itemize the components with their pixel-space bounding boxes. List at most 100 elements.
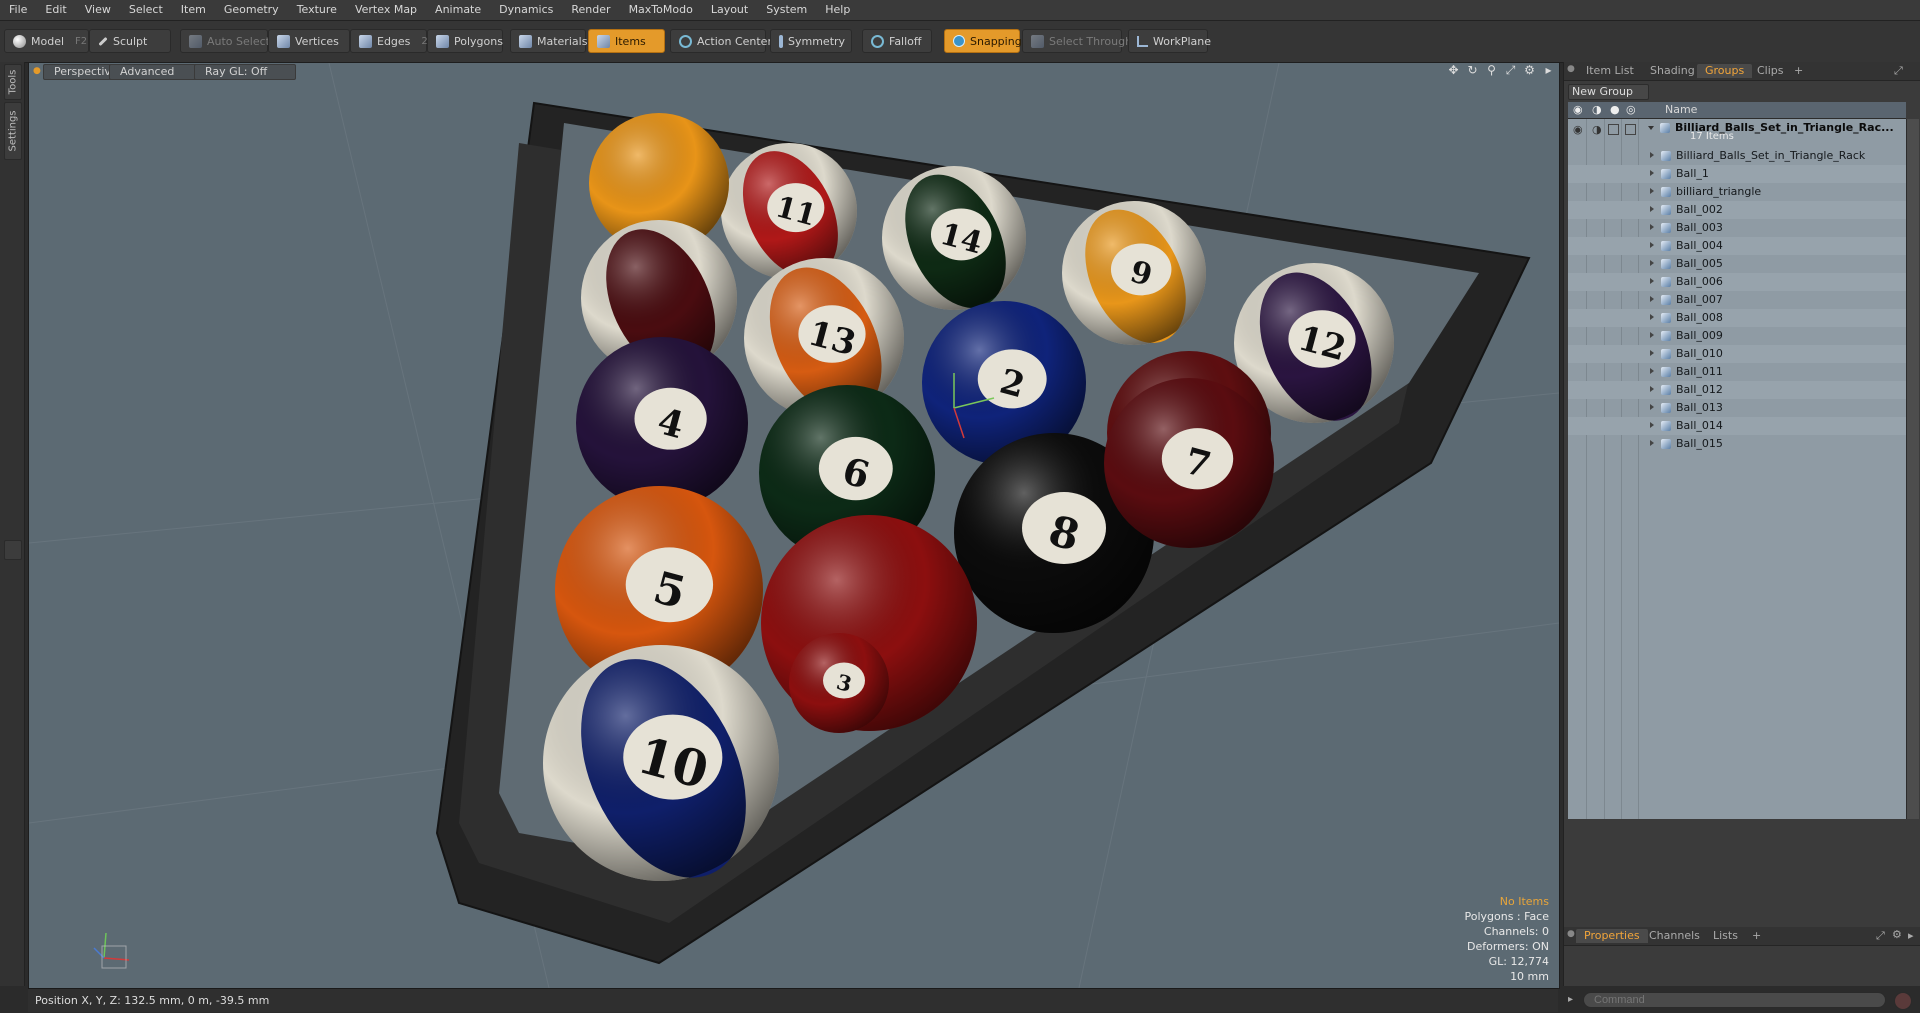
- menu-animate[interactable]: Animate: [426, 0, 490, 20]
- viewport-menu-icon[interactable]: ●: [33, 66, 41, 76]
- expand-icon[interactable]: [1650, 350, 1654, 356]
- items-button[interactable]: Items: [588, 29, 665, 53]
- select-column-icon[interactable]: ◎: [1626, 103, 1636, 116]
- list-item[interactable]: Ball_012: [1568, 381, 1906, 399]
- render-toggle-icon[interactable]: ◑: [1592, 121, 1602, 139]
- polygons-button[interactable]: Polygons: [427, 29, 503, 53]
- new-group-button[interactable]: New Group: [1568, 84, 1649, 100]
- billiard-ball[interactable]: 3: [789, 633, 889, 733]
- select-through-button[interactable]: Select Through: [1022, 29, 1132, 53]
- materials-button[interactable]: Materials: [510, 29, 587, 53]
- list-item[interactable]: Ball_003: [1568, 219, 1906, 237]
- expand-icon[interactable]: [1650, 206, 1654, 212]
- billiard-ball[interactable]: 7: [1104, 378, 1274, 548]
- list-item[interactable]: Ball_015: [1568, 435, 1906, 453]
- expand-icon[interactable]: [1650, 278, 1654, 284]
- gear-icon[interactable]: ⚙: [1892, 928, 1902, 941]
- name-column-header[interactable]: Name: [1665, 103, 1697, 116]
- auto-select-button[interactable]: Auto Select: [180, 29, 270, 53]
- list-item[interactable]: Ball_008: [1568, 309, 1906, 327]
- list-item[interactable]: Billiard_Balls_Set_in_Triangle_Rack: [1568, 147, 1906, 165]
- list-item[interactable]: billiard_triangle: [1568, 183, 1906, 201]
- select-checkbox[interactable]: [1625, 124, 1636, 135]
- 3d-viewport[interactable]: 11 14 9 13 2 12 4 6 8 7 5 3 10 ● Perspective Advance…: [28, 62, 1560, 989]
- list-item[interactable]: Ball_006: [1568, 273, 1906, 291]
- menu-select[interactable]: Select: [120, 0, 172, 20]
- expand-icon[interactable]: [1650, 332, 1654, 338]
- falloff-button[interactable]: Falloff: [862, 29, 932, 53]
- action-center-button[interactable]: Action Center: [670, 29, 772, 53]
- chevron-right-icon[interactable]: ▸: [1542, 64, 1555, 77]
- list-item[interactable]: Ball_002: [1568, 201, 1906, 219]
- tab-groups[interactable]: Groups: [1697, 64, 1753, 78]
- snapping-button[interactable]: Snapping: [944, 29, 1022, 53]
- zoom-icon[interactable]: ⚲: [1485, 64, 1498, 77]
- model-mode-button[interactable]: Model F2: [4, 29, 89, 53]
- visibility-eye-icon[interactable]: ◉: [1573, 121, 1583, 139]
- lock-column-icon[interactable]: ●: [1610, 103, 1620, 116]
- expand-icon[interactable]: [1650, 152, 1654, 158]
- pan-icon[interactable]: ✥: [1447, 64, 1460, 77]
- menu-system[interactable]: System: [757, 0, 816, 20]
- list-item[interactable]: Ball_009: [1568, 327, 1906, 345]
- add-tab-button[interactable]: +: [1786, 64, 1811, 78]
- tool-handle[interactable]: [4, 540, 22, 560]
- chevron-right-icon[interactable]: ▸: [1908, 929, 1914, 942]
- expand-icon[interactable]: [1650, 368, 1654, 374]
- expand-icon[interactable]: [1650, 404, 1654, 410]
- list-item[interactable]: Ball_011: [1568, 363, 1906, 381]
- expand-icon[interactable]: [1650, 386, 1654, 392]
- maximize-icon[interactable]: ⤢: [1894, 64, 1903, 78]
- gear-icon[interactable]: ⚙: [1523, 64, 1536, 77]
- expand-icon[interactable]: [1650, 440, 1654, 446]
- list-item[interactable]: Ball_010: [1568, 345, 1906, 363]
- expand-icon[interactable]: [1650, 260, 1654, 266]
- menu-dynamics[interactable]: Dynamics: [490, 0, 562, 20]
- list-item[interactable]: Ball_005: [1568, 255, 1906, 273]
- expand-icon[interactable]: [1650, 296, 1654, 302]
- symmetry-button[interactable]: Symmetry: [770, 29, 852, 53]
- expand-icon[interactable]: [1650, 224, 1654, 230]
- collapse-icon[interactable]: [1648, 126, 1654, 130]
- bottom-panel-menu-icon[interactable]: ●: [1567, 929, 1575, 939]
- maximize-icon[interactable]: ⤢: [1876, 929, 1885, 943]
- lock-checkbox[interactable]: [1608, 124, 1619, 135]
- menu-layout[interactable]: Layout: [702, 0, 757, 20]
- vertices-button[interactable]: Vertices1: [268, 29, 356, 53]
- menu-file[interactable]: File: [0, 0, 36, 20]
- list-scrollbar[interactable]: [1906, 119, 1919, 819]
- menu-edit[interactable]: Edit: [36, 0, 75, 20]
- expand-icon[interactable]: [1650, 314, 1654, 320]
- panel-menu-icon[interactable]: ●: [1567, 64, 1575, 74]
- scene-canvas[interactable]: 111491321246875310: [29, 63, 1559, 988]
- expand-icon[interactable]: [1650, 170, 1654, 176]
- list-item[interactable]: Ball_014: [1568, 417, 1906, 435]
- menu-vertex-map[interactable]: Vertex Map: [346, 0, 426, 20]
- add-bottom-tab-button[interactable]: +: [1744, 929, 1769, 943]
- list-item[interactable]: Ball_1: [1568, 165, 1906, 183]
- visibility-column-icon[interactable]: ◉: [1573, 103, 1583, 116]
- tab-properties[interactable]: Properties: [1576, 929, 1648, 943]
- tab-item-list[interactable]: Item List: [1578, 64, 1642, 78]
- menu-help[interactable]: Help: [816, 0, 859, 20]
- command-input[interactable]: [1583, 992, 1886, 1008]
- workplane-button[interactable]: WorkPlane: [1128, 29, 1211, 53]
- expand-icon[interactable]: [1650, 242, 1654, 248]
- tab-shading[interactable]: Shading: [1642, 64, 1703, 78]
- render-column-icon[interactable]: ◑: [1592, 103, 1602, 116]
- billiard-ball[interactable]: 4: [576, 337, 748, 509]
- command-execute-button[interactable]: [1894, 992, 1912, 1010]
- menu-texture[interactable]: Texture: [288, 0, 346, 20]
- menu-geometry[interactable]: Geometry: [215, 0, 288, 20]
- sculpt-mode-button[interactable]: Sculpt: [89, 29, 171, 53]
- tab-settings[interactable]: Settings: [4, 102, 22, 160]
- list-item[interactable]: Ball_007: [1568, 291, 1906, 309]
- expand-icon[interactable]: [1650, 422, 1654, 428]
- tab-channels[interactable]: Channels: [1641, 929, 1708, 943]
- list-item[interactable]: Ball_013: [1568, 399, 1906, 417]
- menu-render[interactable]: Render: [562, 0, 619, 20]
- raygl-toggle[interactable]: Ray GL: Off: [194, 64, 296, 80]
- command-history-icon[interactable]: ▸: [1568, 994, 1573, 1005]
- group-row[interactable]: ◉ ◑ Billiard_Balls_Set_in_Triangle_Rac..…: [1568, 119, 1906, 147]
- list-item[interactable]: Ball_004: [1568, 237, 1906, 255]
